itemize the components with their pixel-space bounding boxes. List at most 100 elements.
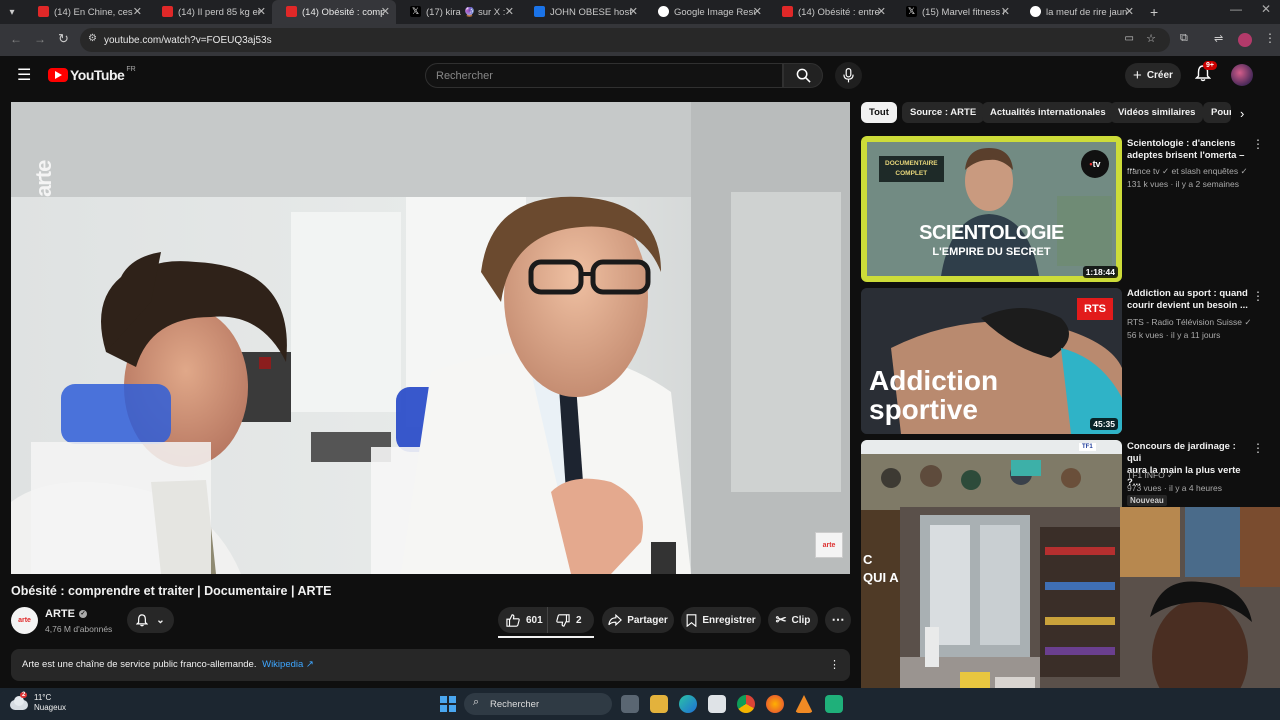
cast-icon[interactable]: ▭ <box>1125 33 1134 44</box>
chip-source-arte[interactable]: Source : ARTE <box>902 102 985 123</box>
task-view-icon[interactable] <box>621 695 639 713</box>
recommendation-meta: 131 k vues · il y a 2 semaines <box>1127 179 1239 189</box>
recommendation-channel[interactable]: RTS - Radio Télévision Suisse ✓ <box>1127 316 1257 328</box>
dislike-button[interactable]: 2 <box>548 607 582 633</box>
browser-tab[interactable]: 𝕏 (15) Marvel fitness ra ✕ <box>892 0 1016 24</box>
tab-close-icon[interactable]: ✕ <box>753 5 762 18</box>
edge-icon[interactable] <box>679 695 697 713</box>
bookmark-icon <box>686 613 697 627</box>
clip-button[interactable]: ✂ Clip <box>768 607 818 633</box>
chip-all[interactable]: Tout <box>861 102 897 123</box>
vlc-icon[interactable] <box>795 695 813 713</box>
description-text: Arte est une chaîne de service public fr… <box>22 659 257 670</box>
voice-search-button[interactable] <box>835 62 862 89</box>
reload-icon[interactable]: ↻ <box>58 31 69 47</box>
store-icon[interactable] <box>708 695 726 713</box>
browser-tab[interactable]: la meuf de rire jaune ✕ <box>1016 0 1140 24</box>
browser-tab[interactable]: 𝕏 (17) kira 🔮 sur X : " ✕ <box>396 0 520 24</box>
tab-close-icon[interactable]: ✕ <box>505 5 514 18</box>
subscription-bell-button[interactable]: ⌄ <box>127 607 174 633</box>
recommendation-channel[interactable]: TF1 INFO ✓ <box>1127 469 1257 481</box>
windows-start-icon[interactable] <box>440 696 456 712</box>
browser-tab[interactable]: (14) Obésité : comprendre✕ <box>272 0 396 24</box>
browser-tab[interactable]: (14) En Chine, ces enfants✕ <box>24 0 148 24</box>
search-placeholder: Rechercher <box>436 69 493 82</box>
create-button[interactable]: + Créer <box>1125 63 1181 88</box>
share-button[interactable]: Partager <box>602 607 674 633</box>
tab-close-icon[interactable]: ✕ <box>381 5 390 18</box>
verified-check-icon: ✓ <box>1240 166 1248 176</box>
recommendation-menu-icon[interactable]: ⋮ <box>1252 289 1264 303</box>
browser-tab[interactable]: (14) Obésité : entre d ✕ <box>768 0 892 24</box>
channel-avatar[interactable]: arte <box>11 607 38 634</box>
like-button[interactable]: 601 <box>498 607 548 633</box>
channel-name[interactable]: ARTE ✓ <box>45 608 87 620</box>
youtube-logo[interactable]: YouTube FR <box>48 66 136 83</box>
google-favicon-icon <box>658 6 669 17</box>
tab-close-icon[interactable]: ✕ <box>629 5 638 18</box>
tab-close-icon[interactable]: ✕ <box>1001 5 1010 18</box>
taskbar-search[interactable]: ⌕ Rechercher <box>464 693 612 715</box>
chevron-right-icon[interactable]: › <box>1240 106 1244 121</box>
browser-tab[interactable]: Google Image Result ✕ <box>644 0 768 24</box>
recommendation-thumbnail[interactable]: DOCUMENTAIRE COMPLET • tv SCIENTOLOGIE L'… <box>861 136 1122 282</box>
hamburger-menu-icon[interactable]: ☰ <box>17 65 31 85</box>
recommendation-thumbnail-partial[interactable]: C QUI A <box>861 510 901 688</box>
scissors-icon: ✂ <box>775 612 787 627</box>
weather-widget[interactable]: 2 11°C Nuageux <box>10 692 66 713</box>
site-info-icon[interactable]: ⚙ <box>88 33 97 44</box>
chip-for-you[interactable]: Pour vous <box>1203 102 1231 123</box>
address-bar[interactable]: ⚙ youtube.com/watch?v=FOEUQ3aj53s ▭ ☆ <box>80 28 1170 52</box>
sidebar-icon[interactable]: ⇌ <box>1214 32 1223 45</box>
description-box[interactable]: Arte est une chaîne de service public fr… <box>11 649 850 681</box>
tab-close-icon[interactable]: ✕ <box>877 5 886 18</box>
recommendation-thumbnail[interactable]: TF1 <box>861 440 1122 510</box>
minimize-icon[interactable]: — <box>1230 2 1242 16</box>
tab-title: la meuf de rire jaune <box>1046 6 1128 18</box>
tab-close-icon[interactable]: ✕ <box>133 5 142 18</box>
description-menu-icon[interactable]: ⋮ <box>829 658 840 671</box>
recommendation-menu-icon[interactable]: ⋮ <box>1252 137 1264 151</box>
tab-title: Google Image Result <box>674 6 756 18</box>
browser-menu-icon[interactable]: ⋮ <box>1264 31 1276 45</box>
search-input[interactable]: Rechercher <box>425 63 783 88</box>
chrome-icon[interactable] <box>737 695 755 713</box>
file-explorer-icon[interactable] <box>650 695 668 713</box>
firefox-icon[interactable] <box>766 695 784 713</box>
plus-icon: + <box>1133 67 1142 84</box>
weather-text: 11°C Nuageux <box>34 693 66 713</box>
recommendation-channel[interactable]: france tv ✓ et slash enquêtes ✓ <box>1127 165 1257 177</box>
new-tab-button[interactable]: + <box>1140 4 1168 20</box>
like-dislike-group: 601 2 <box>498 607 594 633</box>
account-avatar[interactable] <box>1231 64 1253 86</box>
notifications-button[interactable]: 9+ <box>1194 61 1217 87</box>
forward-icon[interactable]: → <box>34 32 46 46</box>
tab-title: (14) Obésité : comprendre <box>302 6 384 18</box>
save-button[interactable]: Enregistrer <box>681 607 761 633</box>
recommendation-title[interactable]: Addiction au sport : quand courir devien… <box>1127 288 1249 312</box>
video-player[interactable]: arte arte <box>11 102 850 574</box>
chip-similar-videos[interactable]: Vidéos similaires <box>1110 102 1204 123</box>
weather-temp: 11°C <box>34 693 52 702</box>
search-button[interactable] <box>783 63 823 88</box>
app-icon[interactable] <box>825 695 843 713</box>
rts-logo: RTS <box>1077 298 1113 320</box>
extensions-icon[interactable]: ⧉ <box>1180 32 1188 45</box>
more-actions-button[interactable]: ⋯ <box>825 607 851 633</box>
back-icon[interactable]: ← <box>10 32 22 46</box>
channel-name-text: ARTE <box>45 608 75 620</box>
browser-tab[interactable]: JOHN OBESE hosted✕ <box>520 0 644 24</box>
recommendation-menu-icon[interactable]: ⋮ <box>1252 441 1264 455</box>
chevron-down-icon: ⌄ <box>156 614 165 626</box>
tab-search-button[interactable]: ▾ <box>0 0 24 24</box>
logo-text: YouTube <box>70 67 125 83</box>
profile-avatar[interactable] <box>1238 33 1252 47</box>
tab-close-icon[interactable]: ✕ <box>257 5 266 18</box>
recommendation-thumbnail[interactable]: RTS Addiction sportive 45:35 <box>861 288 1122 434</box>
tab-close-icon[interactable]: ✕ <box>1125 5 1134 18</box>
browser-tab[interactable]: (14) Il perd 85 kg en ✕ <box>148 0 272 24</box>
chip-world-news[interactable]: Actualités internationales <box>982 102 1114 123</box>
wikipedia-link[interactable]: Wikipedia ↗ <box>262 659 314 670</box>
bookmark-star-icon[interactable]: ☆ <box>1146 32 1156 45</box>
close-window-icon[interactable]: ✕ <box>1261 2 1271 16</box>
